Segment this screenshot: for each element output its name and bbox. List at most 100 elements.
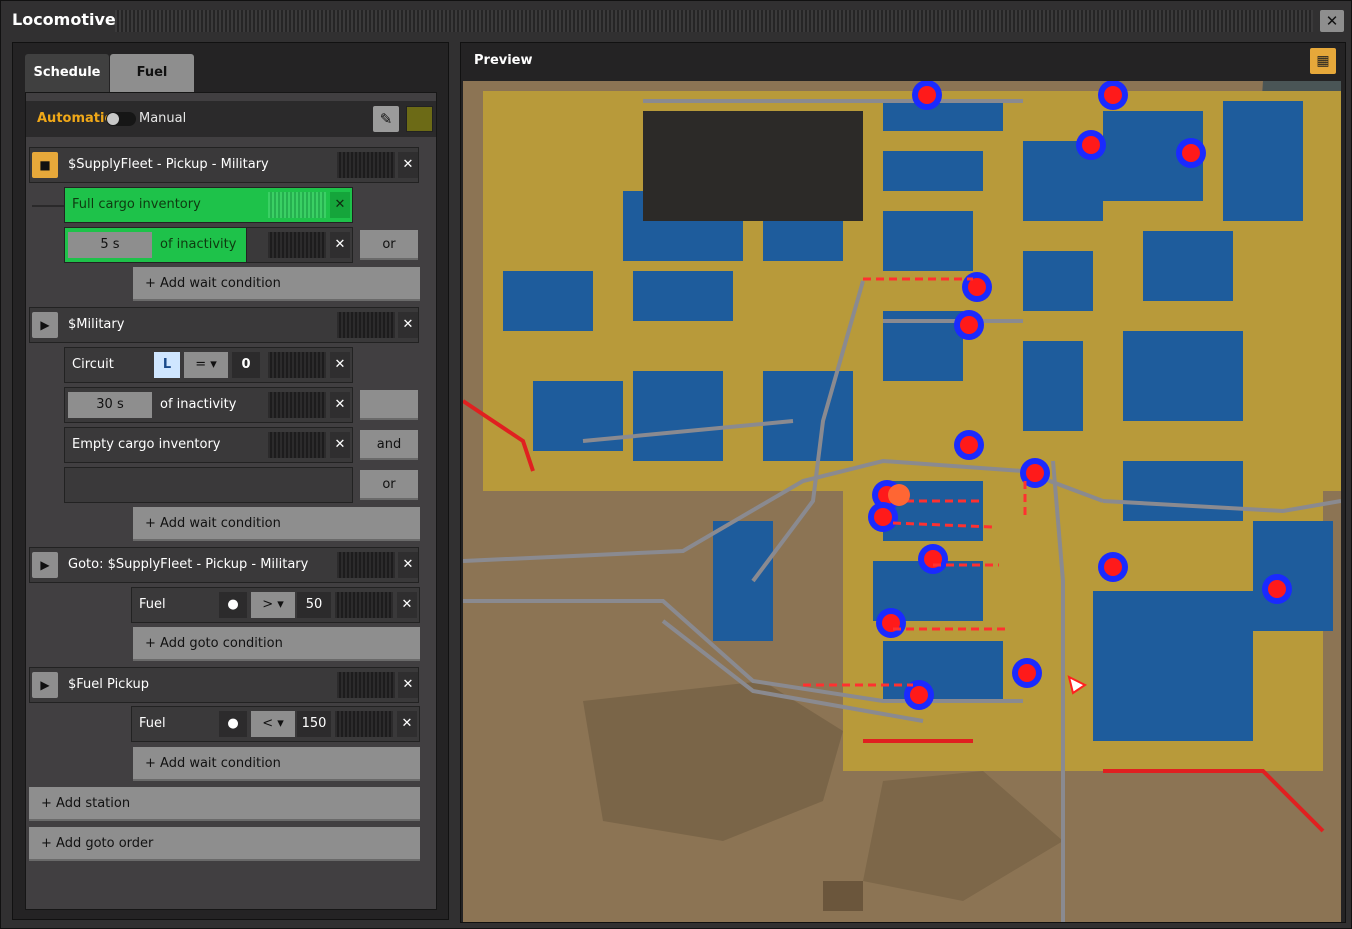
button-label: + Add wait condition (145, 756, 281, 771)
mode-bar: Automatic Manual ✎ (26, 101, 436, 137)
toggle-knob (107, 113, 119, 125)
drag-grip[interactable] (337, 552, 395, 578)
station-name: $Military (68, 317, 125, 332)
drag-grip[interactable] (268, 232, 326, 258)
tab-schedule[interactable]: Schedule (25, 54, 109, 92)
tab-fuel[interactable]: Fuel (110, 54, 194, 92)
mode-toggle[interactable] (106, 112, 136, 126)
station-row[interactable]: ▶ $Military ✕ (29, 307, 419, 343)
add-wait-condition-button[interactable]: + Add wait condition (133, 507, 420, 541)
manual-label[interactable]: Manual (139, 111, 186, 126)
button-label: + Add station (41, 796, 131, 811)
remove-station-button[interactable]: ✕ (398, 552, 418, 578)
condition-label: of inactivity (160, 237, 237, 252)
constant-value[interactable]: 150 (297, 711, 331, 737)
condition-label: Circuit (72, 357, 114, 372)
constant-value[interactable]: 50 (297, 592, 331, 618)
automatic-label[interactable]: Automatic (37, 111, 112, 126)
color-swatch[interactable] (406, 106, 433, 132)
drag-grip[interactable] (335, 711, 393, 737)
play-icon[interactable]: ▶ (32, 672, 58, 698)
add-station-button[interactable]: + Add station (29, 787, 420, 821)
coal-icon[interactable]: ● (219, 592, 247, 618)
title-bar[interactable]: Locomotive ✕ (1, 1, 1351, 39)
close-button[interactable]: ✕ (1320, 10, 1344, 32)
button-label: + Add wait condition (145, 276, 281, 291)
comparator-value: > (262, 597, 274, 612)
condition-label: Fuel (139, 716, 166, 731)
drag-grip[interactable] (337, 672, 395, 698)
add-wait-condition-button[interactable]: + Add wait condition (133, 747, 420, 781)
condition-label: Full cargo inventory (72, 197, 201, 212)
preview-panel: Preview ▦ (460, 42, 1346, 923)
drag-grip[interactable] (268, 392, 326, 418)
station-row[interactable]: ▶ Goto: $SupplyFleet - Pickup - Military… (29, 547, 419, 583)
logic-or-button[interactable]: or (360, 230, 418, 260)
drag-grip[interactable] (268, 192, 326, 218)
play-icon[interactable]: ▶ (32, 552, 58, 578)
station-row[interactable]: ■ $SupplyFleet - Pickup - Military ✕ (29, 147, 419, 183)
map-icon[interactable]: ▦ (1310, 48, 1336, 74)
map-render (463, 81, 1341, 922)
remove-condition-button[interactable]: ✕ (330, 192, 350, 218)
locomotive-marker (888, 484, 910, 506)
remove-condition-button[interactable]: ✕ (330, 392, 350, 418)
comparator-dropdown[interactable]: = ▾ (184, 352, 228, 378)
condition-label: of inactivity (160, 397, 237, 412)
remove-condition-button[interactable]: ✕ (330, 432, 350, 458)
logic-empty-button[interactable] (360, 390, 418, 420)
comparator-value: = (195, 357, 207, 372)
preview-map[interactable] (463, 81, 1341, 922)
stop-icon[interactable]: ■ (32, 152, 58, 178)
remove-condition-button[interactable]: ✕ (397, 711, 417, 737)
comparator-dropdown[interactable]: > ▾ (251, 592, 295, 618)
time-value[interactable]: 5 s (68, 232, 152, 258)
condition-row[interactable]: 5 s of inactivity ✕ (64, 227, 353, 263)
comparator-dropdown[interactable]: < ▾ (251, 711, 295, 737)
signal-slot[interactable]: L (154, 352, 180, 378)
add-goto-order-button[interactable]: + Add goto order (29, 827, 420, 861)
window-title: Locomotive (12, 10, 116, 29)
condition-label: Fuel (139, 597, 166, 612)
time-value[interactable]: 30 s (68, 392, 152, 418)
condition-row-empty[interactable] (64, 467, 353, 503)
button-label: + Add wait condition (145, 516, 281, 531)
station-name: Goto: $SupplyFleet - Pickup - Military (68, 557, 309, 572)
condition-row[interactable]: Fuel ● > ▾ 50 ✕ (131, 587, 420, 623)
remove-condition-button[interactable]: ✕ (330, 352, 350, 378)
drag-grip[interactable] (268, 432, 326, 458)
locomotive-window: Locomotive ✕ Schedule Fuel Automatic Man… (0, 0, 1352, 929)
condition-row[interactable]: 30 s of inactivity ✕ (64, 387, 353, 423)
condition-label: Empty cargo inventory (72, 437, 221, 452)
drag-grip[interactable] (335, 592, 393, 618)
add-goto-condition-button[interactable]: + Add goto condition (133, 627, 420, 661)
schedule-list: Automatic Manual ✎ ■ $SupplyFleet - Pick… (25, 92, 437, 910)
condition-row[interactable]: Empty cargo inventory ✕ (64, 427, 353, 463)
logic-or-button[interactable]: or (360, 470, 418, 500)
remove-station-button[interactable]: ✕ (398, 312, 418, 338)
schedule-panel: Schedule Fuel Automatic Manual ✎ ■ $Supp… (12, 42, 449, 920)
constant-value[interactable]: 0 (232, 352, 260, 378)
condition-row[interactable]: Circuit L = ▾ 0 ✕ (64, 347, 353, 383)
remove-station-button[interactable]: ✕ (398, 152, 418, 178)
station-name: $SupplyFleet - Pickup - Military (68, 157, 269, 172)
preview-title: Preview (474, 53, 533, 68)
remove-condition-button[interactable]: ✕ (330, 232, 350, 258)
remove-station-button[interactable]: ✕ (398, 672, 418, 698)
drag-grip[interactable] (268, 352, 326, 378)
drag-grip[interactable] (337, 312, 395, 338)
eyedropper-icon[interactable]: ✎ (373, 106, 399, 132)
button-label: + Add goto order (41, 836, 154, 851)
drag-grip[interactable] (337, 152, 395, 178)
play-icon[interactable]: ▶ (32, 312, 58, 338)
station-row[interactable]: ▶ $Fuel Pickup ✕ (29, 667, 419, 703)
terrain-patch (823, 881, 863, 911)
add-wait-condition-button[interactable]: + Add wait condition (133, 267, 420, 301)
condition-row[interactable]: Full cargo inventory ✕ (64, 187, 353, 223)
logic-and-button[interactable]: and (360, 430, 418, 460)
coal-icon[interactable]: ● (219, 711, 247, 737)
remove-condition-button[interactable]: ✕ (397, 592, 417, 618)
button-label: + Add goto condition (145, 636, 283, 651)
drag-handle[interactable] (115, 10, 1313, 32)
condition-row[interactable]: Fuel ● < ▾ 150 ✕ (131, 706, 420, 742)
